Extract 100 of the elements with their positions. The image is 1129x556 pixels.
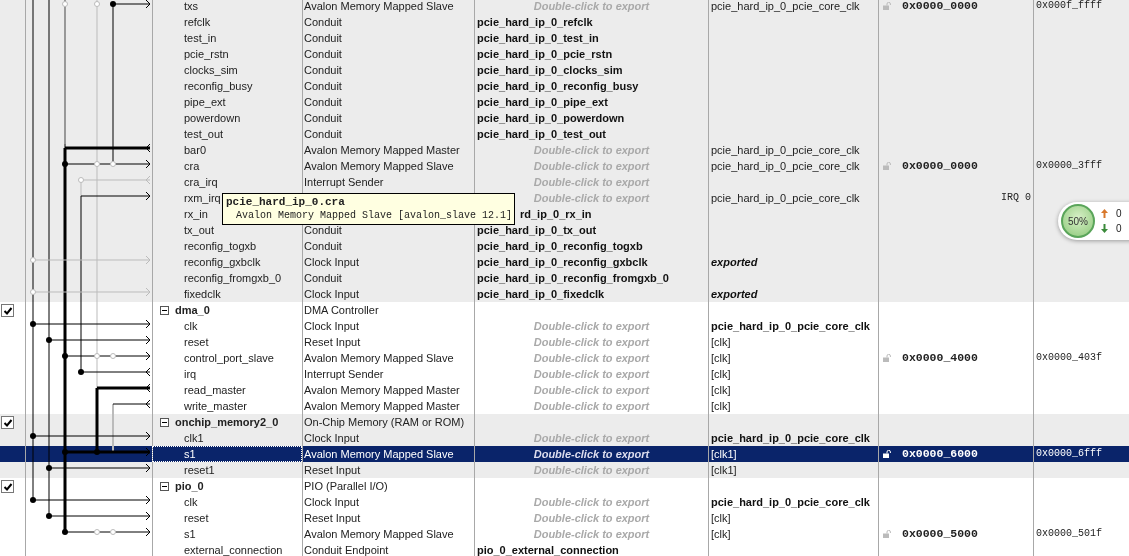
port-name: tx_out bbox=[184, 223, 214, 238]
port-description: Avalon Memory Mapped Slave bbox=[304, 527, 454, 542]
export-cell[interactable]: pcie_hard_ip_0_refclk bbox=[477, 14, 593, 30]
end-address: 0x0000_3fff bbox=[1035, 159, 1102, 173]
port-name: fixedclk bbox=[184, 287, 221, 302]
table-row[interactable]: reset Reset Input Double-click to export [clk] bbox=[152, 334, 1129, 350]
port-name: test_out bbox=[184, 127, 224, 142]
port-name: clk1 bbox=[184, 431, 204, 446]
port-name: bar0 bbox=[184, 143, 207, 158]
port-description: Clock Input bbox=[304, 495, 360, 510]
checkbox[interactable] bbox=[1, 416, 14, 429]
port-name: s1 bbox=[184, 447, 196, 462]
clock-cell-text: [clk] bbox=[711, 351, 731, 366]
download-icon bbox=[1101, 224, 1108, 233]
export-cell[interactable]: pcie_hard_ip_0_tx_out bbox=[477, 222, 597, 238]
port-name: cra bbox=[184, 159, 200, 174]
export-cell[interactable]: pcie_hard_ip_0_pcie_rstn bbox=[477, 46, 613, 62]
end-address: 0x000f_ffff bbox=[1035, 0, 1102, 13]
table-row[interactable]: clk Clock Input Double-click to export pcie_hard_ip_0_pcie_core_clk bbox=[152, 318, 1129, 334]
lock-icon[interactable] bbox=[883, 450, 891, 458]
port-description: Reset Input bbox=[304, 511, 361, 526]
export-cell[interactable]: Double-click to export bbox=[533, 446, 650, 462]
upload-icon bbox=[1101, 209, 1108, 218]
port-name: control_port_slave bbox=[184, 351, 274, 366]
export-cell[interactable]: pcie_hard_ip_0_pipe_ext bbox=[477, 94, 608, 110]
port-description: Avalon Memory Mapped Master bbox=[304, 399, 460, 414]
module-description: On-Chip Memory (RAM or ROM) bbox=[304, 415, 465, 430]
download-speed: 0 bbox=[1116, 223, 1122, 234]
clock-cell-text: pcie_hard_ip_0_pcie_core_clk bbox=[711, 495, 870, 510]
port-name: reset bbox=[184, 511, 209, 526]
port-name: reconfig_busy bbox=[184, 79, 253, 94]
end-address: 0x0000_501f bbox=[1035, 527, 1102, 541]
port-description: Clock Input bbox=[304, 431, 360, 446]
clock-cell-text: pcie_hard_ip_0_pcie_core_clk bbox=[711, 319, 870, 334]
end-address: 0x0000_403f bbox=[1035, 351, 1102, 365]
port-description: Avalon Memory Mapped Master bbox=[304, 143, 460, 158]
export-cell[interactable]: pcie_hard_ip_0_clocks_sim bbox=[477, 62, 623, 78]
module-name: pio_0 bbox=[175, 479, 204, 494]
export-cell[interactable]: pcie_hard_ip_0_reconfig_busy bbox=[477, 78, 639, 94]
export-cell[interactable]: pcie_hard_ip_0_reconfig_fromgxb_0 bbox=[477, 270, 669, 286]
port-name: reconfig_fromgxb_0 bbox=[184, 271, 282, 286]
port-description: Avalon Memory Mapped Slave bbox=[304, 159, 454, 174]
export-cell[interactable]: pcie_hard_ip_0_fixedclk bbox=[477, 286, 605, 302]
port-description: Interrupt Sender bbox=[304, 367, 384, 382]
table-row[interactable]: reset Reset Input Double-click to export [clk] bbox=[152, 510, 1129, 526]
end-address: 0x0000_6fff bbox=[1035, 447, 1102, 461]
port-description: Conduit bbox=[304, 223, 342, 238]
port-description: Avalon Memory Mapped Slave bbox=[304, 0, 454, 14]
collapse-icon[interactable] bbox=[160, 305, 169, 315]
export-cell[interactable]: pcie_hard_ip_0_reconfig_gxbclk bbox=[477, 254, 648, 270]
clock-cell-text: exported bbox=[711, 255, 758, 270]
port-name: reconfig_togxb bbox=[184, 239, 257, 254]
port-name: clk bbox=[184, 495, 198, 510]
table-row[interactable]: external_connection Conduit Endpoint pio_0_external_connection bbox=[152, 542, 1129, 556]
port-description: Conduit bbox=[304, 239, 342, 254]
clock-cell-text: [clk] bbox=[711, 383, 731, 398]
port-description: Avalon Memory Mapped Slave bbox=[304, 351, 454, 366]
port-name: reconfig_gxbclk bbox=[184, 255, 261, 270]
port-name: powerdown bbox=[184, 111, 241, 126]
irq-number: IRQ 0 bbox=[1001, 191, 1031, 205]
clock-cell-text: [clk1] bbox=[711, 447, 737, 462]
table-row[interactable]: irq Interrupt Sender Double-click to export [clk] bbox=[152, 366, 1129, 382]
port-description: Interrupt Sender bbox=[304, 175, 384, 190]
percent-meter: 50% bbox=[1061, 204, 1095, 238]
tooltip-text: Avalon Memory Mapped Slave [avalon_slave 12.1] bbox=[235, 209, 514, 223]
port-description: Conduit bbox=[304, 79, 342, 94]
export-cell[interactable]: pcie_hard_ip_0_powerdown bbox=[477, 110, 625, 126]
checkbox[interactable] bbox=[1, 304, 14, 317]
base-address: 0x0000_6000 bbox=[902, 446, 978, 462]
port-name: write_master bbox=[184, 399, 247, 414]
checkbox[interactable] bbox=[1, 480, 14, 493]
clock-cell-text: [clk1] bbox=[711, 463, 737, 478]
port-description: Conduit bbox=[304, 111, 342, 126]
clock-cell-text: pcie_hard_ip_0_pcie_core_clk bbox=[711, 191, 860, 206]
export-cell[interactable]: pcie_hard_ip_0_test_in bbox=[477, 30, 599, 46]
clock-cell-text: [clk] bbox=[711, 399, 731, 414]
collapse-icon[interactable] bbox=[160, 481, 169, 491]
base-address: 0x0000_0000 bbox=[902, 0, 978, 14]
collapse-icon[interactable] bbox=[160, 417, 169, 427]
tooltip-title: pcie_hard_ip_0.cra bbox=[226, 195, 346, 209]
export-cell[interactable]: pio_0_external_connection bbox=[477, 542, 619, 556]
table-row[interactable]: read_master Avalon Memory Mapped Master Double-click to export [clk] bbox=[152, 382, 1129, 398]
clock-cell-text: [clk] bbox=[711, 527, 731, 542]
port-description: Avalon Memory Mapped Slave bbox=[304, 447, 454, 462]
export-cell[interactable]: pcie_hard_ip_0_reconfig_togxb bbox=[477, 238, 643, 254]
base-address: 0x0000_5000 bbox=[902, 526, 978, 542]
module-description: DMA Controller bbox=[304, 303, 379, 318]
port-description: Conduit bbox=[304, 271, 342, 286]
port-name: txs bbox=[184, 0, 199, 14]
export-cell[interactable]: pcie_hard_ip_0_test_out bbox=[477, 126, 606, 142]
base-address: 0x0000_4000 bbox=[902, 350, 978, 366]
port-description: Clock Input bbox=[304, 319, 360, 334]
port-description: Conduit bbox=[304, 15, 342, 30]
export-cell[interactable]: rd_ip_0_rx_in bbox=[520, 206, 592, 222]
module-name: dma_0 bbox=[175, 303, 210, 318]
table-row[interactable]: clk Clock Input Double-click to export pcie_hard_ip_0_pcie_core_clk bbox=[152, 494, 1129, 510]
table-row[interactable]: s1 Avalon Memory Mapped Slave Double-click to export [clk1] 0x0000_6000 0x0000_6fff bbox=[152, 446, 1129, 462]
port-name: s1 bbox=[184, 527, 196, 542]
module-name: onchip_memory2_0 bbox=[175, 415, 279, 430]
port-name: reset1 bbox=[184, 463, 215, 478]
